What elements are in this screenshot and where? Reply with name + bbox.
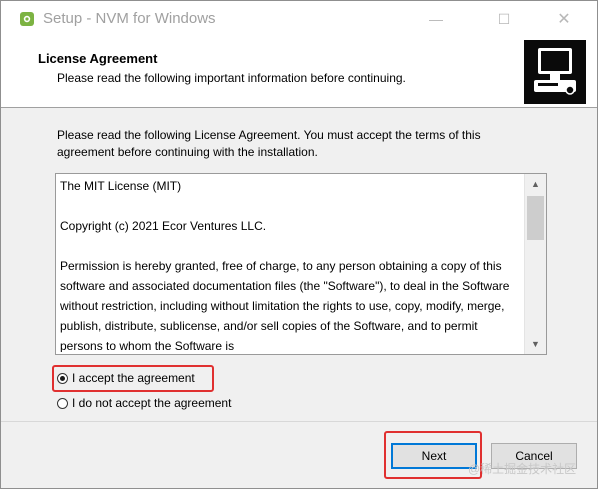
- license-textbox[interactable]: The MIT License (MIT) Copyright (c) 2021…: [55, 173, 547, 355]
- minimize-icon[interactable]: —: [413, 1, 459, 37]
- button-bar: Next Cancel: [1, 421, 597, 489]
- page-header: License Agreement Please read the follow…: [1, 37, 597, 108]
- accept-label: I accept the agreement: [72, 371, 195, 385]
- page-subtitle: Please read the following important info…: [57, 71, 406, 85]
- accept-option[interactable]: I accept the agreement: [57, 371, 195, 385]
- maximize-icon[interactable]: ☐: [481, 1, 527, 37]
- scroll-up-icon[interactable]: ▲: [525, 174, 546, 194]
- decline-radio[interactable]: [57, 397, 68, 409]
- license-line: Permission is hereby granted, free of ch…: [60, 259, 510, 352]
- scroll-thumb[interactable]: [527, 196, 544, 240]
- license-text: The MIT License (MIT) Copyright (c) 2021…: [60, 176, 520, 352]
- license-scrollbar[interactable]: ▲ ▼: [524, 174, 546, 354]
- window-title: Setup - NVM for Windows: [43, 10, 216, 27]
- scroll-down-icon[interactable]: ▼: [525, 334, 546, 354]
- license-line: The MIT License (MIT): [60, 179, 182, 193]
- title-bar[interactable]: Setup - NVM for Windows — ☐ ✕: [1, 1, 597, 37]
- watermark: @稀土掘金技术社区: [468, 462, 577, 476]
- decline-option[interactable]: I do not accept the agreement: [57, 396, 231, 410]
- nvm-setup-icon: [20, 12, 34, 26]
- page-title: License Agreement: [38, 51, 158, 66]
- decline-label: I do not accept the agreement: [72, 396, 232, 410]
- license-line: Copyright (c) 2021 Ecor Ventures LLC.: [60, 219, 267, 233]
- license-page: Please read the following License Agreem…: [1, 108, 597, 420]
- license-intro: Please read the following License Agreem…: [57, 128, 481, 159]
- accept-radio[interactable]: [57, 372, 68, 384]
- setup-window: Setup - NVM for Windows — ☐ ✕ License Ag…: [0, 0, 598, 489]
- setup-computer-graphic: [524, 40, 586, 104]
- close-icon[interactable]: ✕: [541, 1, 587, 37]
- next-button[interactable]: Next: [391, 443, 477, 469]
